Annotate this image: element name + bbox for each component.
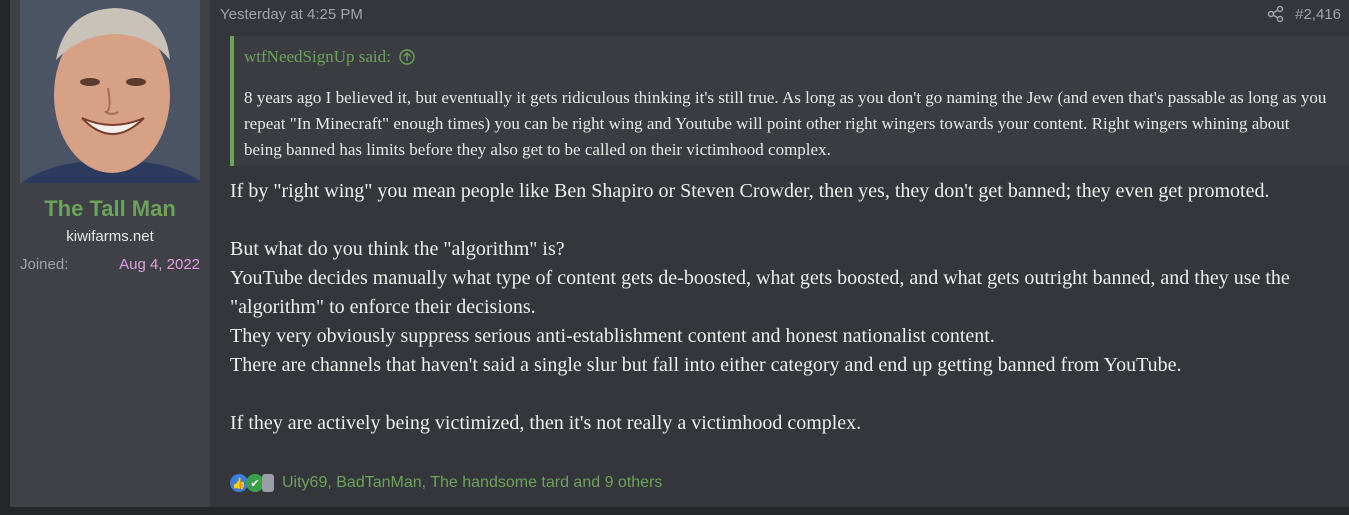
user-sidebar: The Tall Man kiwifarms.net Joined: Aug 4… bbox=[10, 0, 210, 507]
message-paragraph: But what do you think the "algorithm" is… bbox=[230, 238, 565, 260]
user-title: kiwifarms.net bbox=[66, 228, 154, 245]
reactions-bar[interactable]: 👍 ✔ Uity69, BadTanMan, The handsome tard… bbox=[230, 474, 662, 492]
quote-text: 8 years ago I believed it, but eventuall… bbox=[244, 88, 1327, 159]
post-number[interactable]: #2,416 bbox=[1295, 6, 1341, 23]
avatar-photo bbox=[20, 0, 200, 183]
quote-header[interactable]: wtfNeedSignUp said: bbox=[234, 36, 1349, 78]
message-body: If by "right wing" you mean people like … bbox=[230, 177, 1339, 438]
message-paragraph: YouTube decides manually what type of co… bbox=[230, 267, 1290, 318]
message-paragraph: If by "right wing" you mean people like … bbox=[230, 180, 1270, 202]
arrow-up-circle-icon[interactable] bbox=[399, 49, 415, 65]
trash-icon[interactable] bbox=[262, 474, 274, 492]
post-actions: #2,416 bbox=[1267, 5, 1341, 23]
joined-label: Joined: bbox=[20, 256, 69, 273]
reaction-users[interactable]: Uity69, BadTanMan, The handsome tard and… bbox=[282, 474, 662, 492]
post-container: The Tall Man kiwifarms.net Joined: Aug 4… bbox=[10, 0, 1349, 507]
post-timestamp[interactable]: Yesterday at 4:25 PM bbox=[220, 6, 363, 23]
message-paragraph: If they are actively being victimized, t… bbox=[230, 412, 862, 434]
username[interactable]: The Tall Man bbox=[10, 196, 210, 222]
quote-author[interactable]: wtfNeedSignUp said: bbox=[244, 47, 391, 67]
quote-block: wtfNeedSignUp said: 8 years ago I believ… bbox=[230, 36, 1349, 166]
avatar[interactable] bbox=[20, 0, 200, 183]
share-icon[interactable] bbox=[1267, 5, 1285, 23]
message-paragraph: They very obviously suppress serious ant… bbox=[230, 325, 995, 347]
message-paragraph: There are channels that haven't said a s… bbox=[230, 354, 1182, 376]
post-content: Yesterday at 4:25 PM #2,416 wtfNeedSignU… bbox=[220, 0, 1349, 507]
joined-date: Aug 4, 2022 bbox=[119, 256, 200, 273]
